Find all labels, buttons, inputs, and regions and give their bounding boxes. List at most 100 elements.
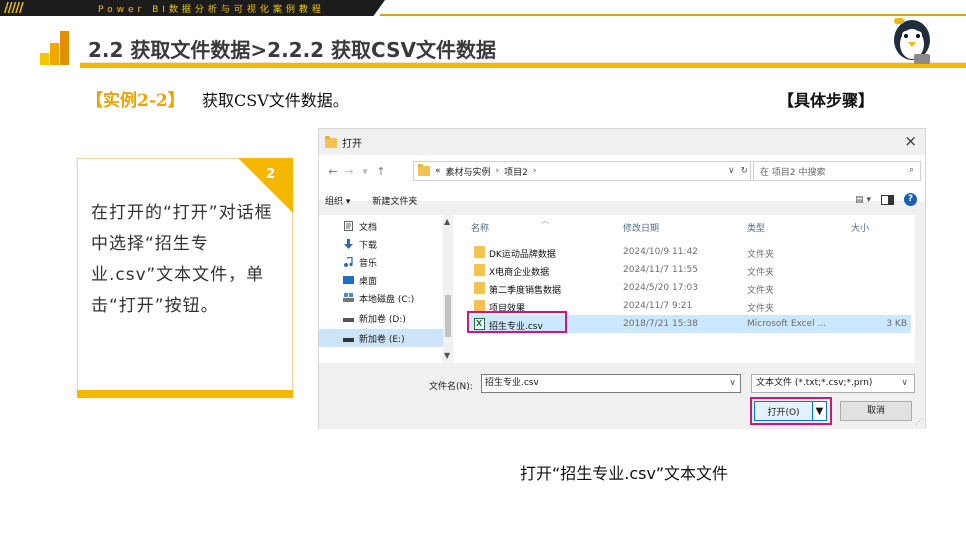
column-header-name[interactable]: 名称 [471, 221, 489, 234]
breadcrumb-item-materials[interactable]: 素材与实例 [446, 165, 491, 178]
file-name: 第二季度销售数据 [489, 286, 562, 296]
steps-tag: 【具体步骤】 [778, 91, 875, 110]
file-type: Microsoft Excel ... [747, 319, 827, 329]
nav-item-label: 音乐 [359, 258, 378, 269]
selected-file-highlight [467, 311, 567, 333]
file-row[interactable]: 第二季度销售数据 2024/5/20 17:03 文件夹 [471, 279, 911, 297]
scroll-up-icon[interactable]: ▲ [444, 217, 450, 226]
file-date: 2024/5/20 17:03 [623, 283, 698, 293]
file-type: 文件夹 [747, 304, 775, 314]
recent-dropdown-icon[interactable]: ▾ [357, 165, 373, 178]
top-banner: ///// Power BI数据分析与可视化案例教程 [0, 0, 966, 20]
close-icon[interactable]: × [904, 132, 917, 150]
file-row[interactable]: X电商企业数据 2024/11/7 11:55 文件夹 [471, 261, 911, 279]
nav-item-volume-d[interactable]: 新加卷 (D:) [343, 309, 406, 327]
nav-item-label: 桌面 [359, 276, 378, 287]
column-header-date[interactable]: 修改日期 [623, 221, 659, 234]
file-size: 3 KB [886, 319, 907, 329]
address-controls: ∨ ↻ [725, 161, 751, 181]
nav-item-documents[interactable]: 文档 [343, 217, 377, 235]
view-options-icon[interactable]: ▤ ▾ [855, 195, 871, 205]
nav-item-music[interactable]: 音乐 [343, 253, 377, 271]
step-number: 2 [266, 167, 276, 182]
file-list: 名称 ︿ 修改日期 类型 大小 DK运动品牌数据 2024/10/9 11:42… [457, 215, 915, 363]
up-arrow-icon[interactable]: ↑ [373, 165, 389, 178]
organize-button[interactable]: 组织 ▾ [325, 194, 350, 207]
address-bar[interactable]: « 素材与实例 › 项目2 › [413, 161, 751, 181]
refresh-icon[interactable]: ↻ [740, 166, 748, 176]
penguin-mascot-icon [894, 18, 930, 64]
file-row[interactable]: DK运动品牌数据 2024/10/9 11:42 文件夹 [471, 243, 911, 261]
nav-item-label: 新加卷 (E:) [359, 334, 405, 345]
nav-item-volume-e[interactable]: 新加卷 (E:) [319, 329, 443, 347]
search-input[interactable]: 在 项目2 中搜索 ⌕ [753, 161, 921, 181]
filename-label: 文件名(N): [429, 382, 473, 392]
download-icon [344, 239, 353, 249]
cancel-button[interactable]: 取消 [840, 401, 912, 421]
search-placeholder: 在 项目2 中搜索 [760, 167, 826, 178]
folder-icon [474, 246, 485, 258]
folder-icon [474, 264, 485, 276]
nav-item-desktop[interactable]: 桌面 [343, 271, 377, 289]
sort-ascending-icon: ︿ [541, 216, 549, 225]
nav-item-label: 文档 [359, 222, 378, 233]
navigation-scrollbar[interactable]: ▲ ▼ [443, 215, 453, 363]
scrollbar-thumb[interactable] [445, 295, 451, 337]
file-type: 文件夹 [747, 286, 775, 296]
breadcrumb-item-project2[interactable]: 项目2 [504, 165, 528, 178]
scroll-down-icon[interactable]: ▼ [444, 351, 450, 360]
file-date: 2018/7/21 15:38 [623, 319, 698, 329]
view-controls: ▤ ▾ ? [855, 193, 917, 206]
preview-pane-icon[interactable] [881, 194, 894, 205]
file-type: 文件夹 [747, 250, 775, 260]
address-dropdown-icon[interactable]: ∨ [728, 166, 735, 176]
example-text: 获取CSV文件数据。 [202, 91, 349, 110]
navigation-pane: 文档 下载 音乐 桌面 本地磁盘 (C:) 新加卷 (D:) 新加卷 (E:) [319, 215, 457, 363]
open-button-highlight [750, 397, 832, 425]
filename-value: 招生专业.csv [485, 378, 539, 388]
chevron-down-icon[interactable]: ∨ [729, 375, 736, 392]
nav-item-label: 本地磁盘 (C:) [359, 294, 415, 305]
drive-icon [343, 318, 354, 322]
dialog-title-bar: 打开 [325, 135, 362, 150]
chevron-down-icon[interactable]: ∨ [901, 375, 908, 392]
column-header-size[interactable]: 大小 [851, 221, 869, 234]
page-title: 2.2 获取文件数据>2.2.2 获取CSV文件数据 [88, 38, 496, 62]
banner-brand-text: Power BI数据分析与可视化案例教程 [98, 5, 325, 15]
filetype-select[interactable]: 文本文件 (*.txt;*.csv;*.prn) ∨ [751, 374, 915, 393]
dialog-toolbar: 组织 ▾ 新建文件夹 [325, 191, 919, 209]
column-header-type[interactable]: 类型 [747, 221, 765, 234]
instruction-text: 在打开的“打开”对话框中选择“招生专业.csv”文本文件，单击“打开”按钮。 [91, 203, 273, 316]
breadcrumb-separator-icon: › [532, 166, 537, 176]
desktop-icon [343, 276, 354, 284]
folder-icon [325, 135, 337, 148]
banner-stripes: ///// [4, 1, 24, 16]
music-icon [344, 257, 353, 267]
nav-item-downloads[interactable]: 下载 [343, 235, 377, 253]
figure-caption: 打开“招生专业.csv”文本文件 [520, 464, 728, 483]
title-underline [80, 63, 966, 68]
file-name: DK运动品牌数据 [489, 250, 556, 260]
search-icon[interactable]: ⌕ [909, 165, 914, 175]
filename-input[interactable]: 招生专业.csv ∨ [481, 374, 741, 393]
document-icon [344, 221, 353, 231]
breadcrumb-overflow[interactable]: « [435, 166, 441, 176]
file-date: 2024/11/7 9:21 [623, 301, 693, 311]
help-icon[interactable]: ? [904, 193, 917, 206]
resize-grip-icon[interactable]: ⋰ [915, 417, 923, 426]
dialog-title: 打开 [342, 139, 362, 150]
example-tag: 【实例2-2】 [86, 91, 185, 111]
instruction-card-bottom-bar [77, 390, 293, 398]
folder-icon [474, 282, 485, 294]
new-folder-button[interactable]: 新建文件夹 [372, 194, 417, 207]
forward-arrow-icon[interactable]: → [341, 165, 357, 178]
bar-chart-logo-icon [40, 31, 70, 65]
folder-icon [418, 164, 430, 176]
file-date: 2024/11/7 11:55 [623, 265, 698, 275]
filetype-value: 文本文件 (*.txt;*.csv;*.prn) [756, 378, 873, 388]
drive-icon [343, 338, 354, 342]
nav-item-local-disk-c[interactable]: 本地磁盘 (C:) [343, 289, 414, 307]
open-file-dialog: 打开 × ← → ▾ ↑ « 素材与实例 › 项目2 › ∨ ↻ 在 项目2 中… [318, 128, 926, 429]
banner-gold-line [380, 14, 966, 16]
back-arrow-icon[interactable]: ← [325, 165, 341, 178]
